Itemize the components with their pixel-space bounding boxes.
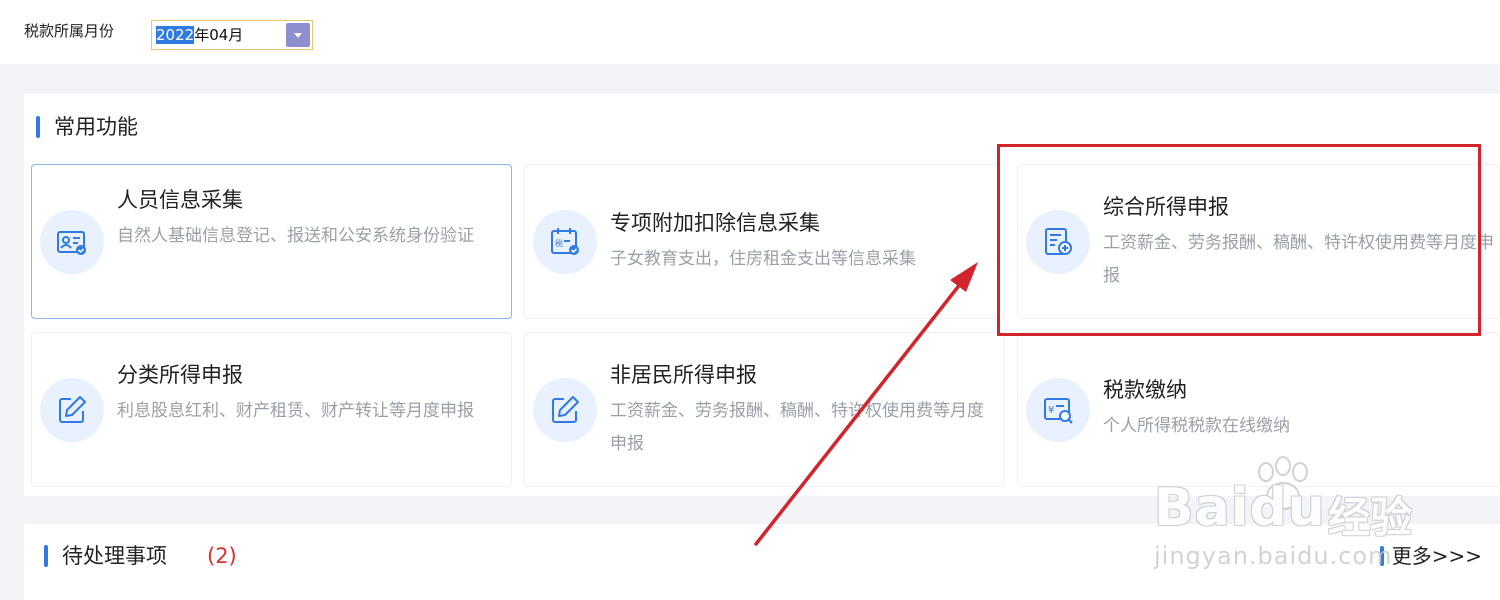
section-bar	[44, 545, 48, 567]
card-title: 专项附加扣除信息采集	[610, 211, 820, 235]
more-link[interactable]: 更多>>>	[1379, 544, 1482, 568]
card-title: 人员信息采集	[117, 188, 243, 212]
month-dropdown-icon[interactable]	[286, 23, 310, 47]
yuan-search-icon: ¥	[1026, 378, 1090, 442]
card-desc: 工资薪金、劳务报酬、稿酬、特许权使用费等月度申报	[610, 401, 984, 454]
card-desc: 工资薪金、劳务报酬、稿酬、特许权使用费等月度申报	[1103, 233, 1494, 286]
pending-header: 待处理事项 (2)	[44, 543, 237, 569]
common-functions-title: 常用功能	[54, 115, 138, 139]
section-bar	[1379, 546, 1384, 566]
svg-text:¥: ¥	[1048, 405, 1054, 416]
card-desc: 子女教育支出，住房租金支出等信息采集	[610, 249, 916, 269]
card-desc: 个人所得税税款在线缴纳	[1103, 416, 1290, 436]
card-title: 分类所得申报	[117, 363, 243, 387]
card-desc: 利息股息红利、财产租赁、财产转让等月度申报	[117, 401, 474, 421]
month-year-rest: 年04月	[194, 26, 244, 44]
month-select[interactable]: 2022年04月	[151, 20, 313, 50]
month-label: 税款所属月份	[24, 22, 115, 40]
common-functions-header: 常用功能	[36, 114, 138, 140]
month-value[interactable]: 2022年04月	[156, 25, 243, 46]
svg-text:税: 税	[555, 238, 563, 248]
edit-square-icon	[533, 378, 597, 442]
card-classified-income[interactable]: 分类所得申报 利息股息红利、财产租赁、财产转让等月度申报	[31, 332, 512, 487]
month-year-selected: 2022	[156, 26, 195, 44]
id-card-check-icon	[40, 210, 104, 274]
card-special-deduction[interactable]: 税 专项附加扣除信息采集 子女教育支出，住房租金支出等信息采集	[524, 164, 1005, 319]
card-tax-payment[interactable]: ¥ 税款缴纳 个人所得税税款在线缴纳	[1017, 332, 1500, 487]
edit-square-icon	[40, 378, 104, 442]
card-title: 非居民所得申报	[610, 363, 757, 387]
more-link-text: 更多>>>	[1391, 544, 1482, 568]
card-desc: 自然人基础信息登记、报送和公安系统身份验证	[117, 226, 474, 246]
month-bar: 税款所属月份 2022年04月	[0, 0, 1500, 64]
card-title: 税款缴纳	[1103, 378, 1187, 402]
card-nonresident-income[interactable]: 非居民所得申报 工资薪金、劳务报酬、稿酬、特许权使用费等月度申报	[524, 332, 1005, 487]
pending-panel: 待处理事项 (2) 更多>>>	[24, 524, 1500, 600]
card-comprehensive-income[interactable]: 综合所得申报 工资薪金、劳务报酬、稿酬、特许权使用费等月度申报	[1017, 164, 1500, 319]
pending-title: 待处理事项	[62, 544, 167, 568]
pending-count: (2)	[207, 544, 237, 568]
section-bar	[36, 116, 40, 138]
common-functions-panel: 常用功能 人员信息采集 自然人基础信息登记、报送和公安系统身份验证 税 专项附加…	[24, 94, 1500, 496]
document-plus-icon	[1026, 210, 1090, 274]
card-person-info[interactable]: 人员信息采集 自然人基础信息登记、报送和公安系统身份验证	[31, 164, 512, 319]
tax-calendar-check-icon: 税	[533, 210, 597, 274]
card-title: 综合所得申报	[1103, 195, 1229, 219]
